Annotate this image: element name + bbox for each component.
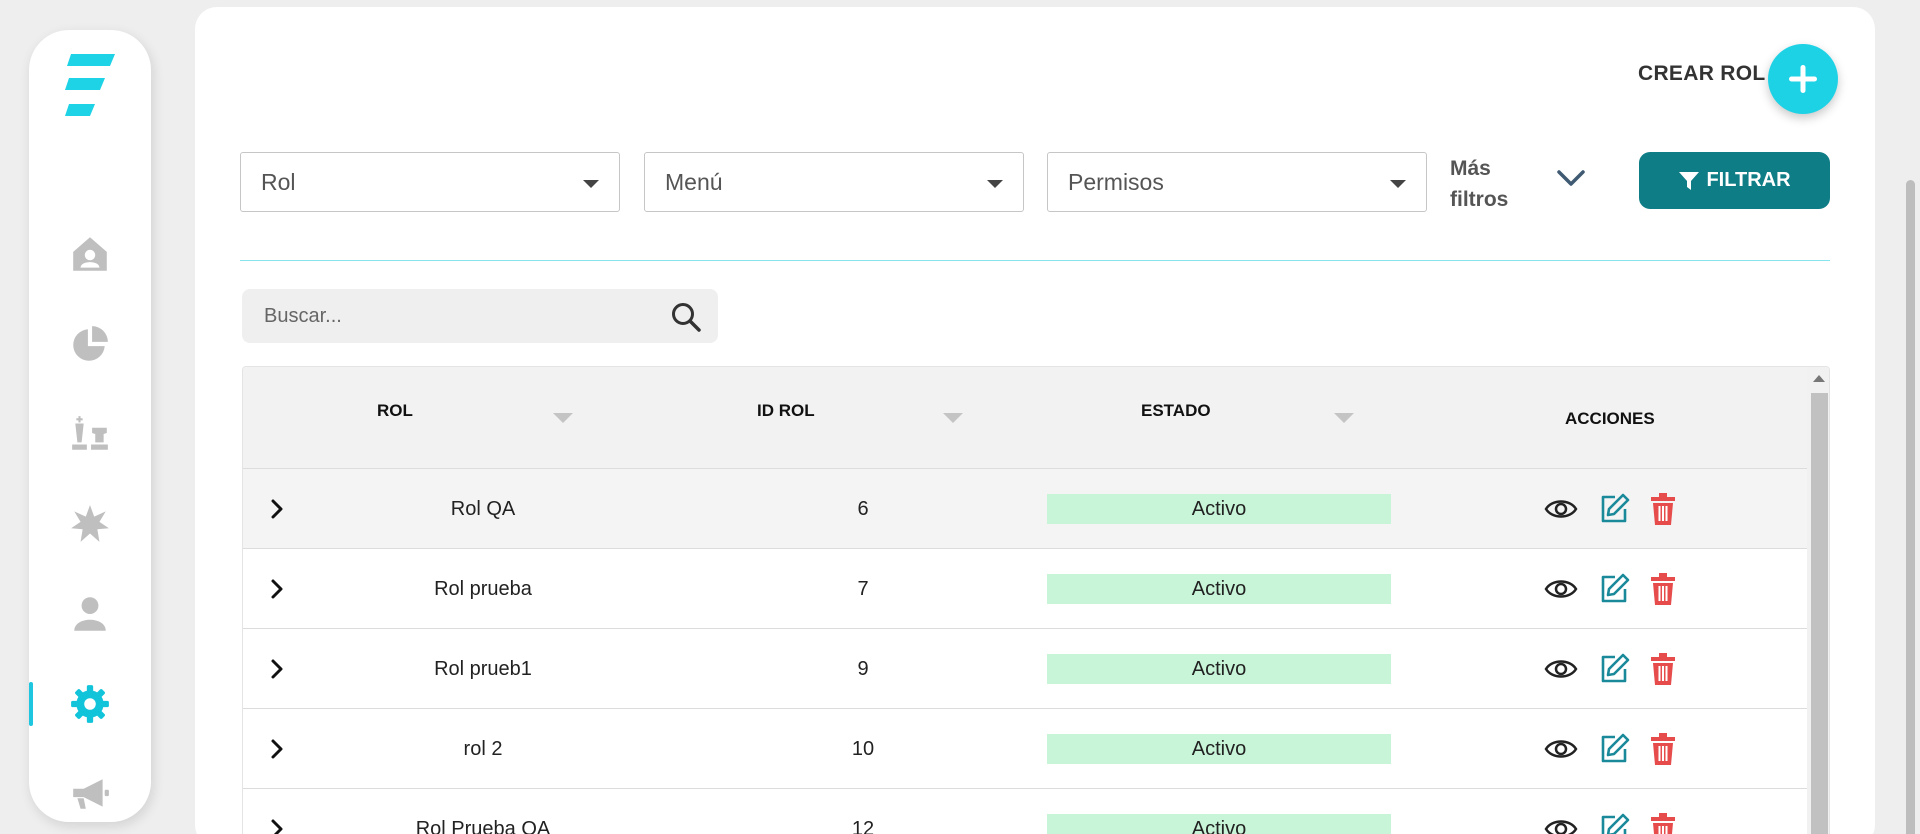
chess-icon	[72, 416, 108, 450]
edit-icon[interactable]	[1597, 492, 1631, 526]
sidebar-item-strategy[interactable]	[29, 404, 151, 464]
table-row: Rol prueba 7 Activo	[243, 549, 1807, 629]
chevron-right-icon[interactable]	[265, 657, 289, 681]
chevron-right-icon[interactable]	[265, 817, 289, 834]
sidebar	[29, 30, 151, 822]
table-scrollbar-thumb[interactable]	[1811, 393, 1828, 834]
table-row: Rol QA 6 Activo	[243, 469, 1807, 549]
page-scrollbar-thumb[interactable]	[1906, 180, 1915, 834]
user-icon	[74, 597, 106, 631]
create-role-button[interactable]	[1768, 44, 1838, 114]
filter-button-label: FILTRAR	[1706, 169, 1791, 191]
gear-icon	[71, 685, 109, 723]
edit-icon[interactable]	[1597, 732, 1631, 766]
cell-id-rol: 12	[851, 817, 875, 834]
table-scrollbar[interactable]	[1807, 367, 1829, 834]
filters-divider	[240, 260, 1830, 261]
edit-icon[interactable]	[1597, 572, 1631, 606]
cell-rol: Rol prueb1	[434, 657, 532, 680]
more-filters-label[interactable]: Más filtros	[1450, 153, 1530, 215]
pie-chart-icon	[73, 326, 108, 361]
megaphone-icon	[73, 779, 109, 809]
filter-button[interactable]: FILTRAR	[1639, 152, 1830, 209]
sort-id-rol-icon[interactable]	[943, 413, 963, 423]
table-header: ROL ID ROL ESTADO ACCIONES	[243, 367, 1807, 469]
plus-icon	[1789, 65, 1817, 93]
trash-icon[interactable]	[1646, 492, 1680, 526]
table-row: Rol prueb1 9 Activo	[243, 629, 1807, 709]
column-header-id-rol[interactable]: ID ROL	[757, 401, 815, 421]
search-icon[interactable]	[670, 301, 702, 333]
column-header-estado[interactable]: ESTADO	[1141, 401, 1211, 421]
scroll-up-arrow-icon[interactable]	[1813, 375, 1825, 382]
eye-icon[interactable]	[1544, 572, 1578, 606]
cell-id-rol: 7	[857, 577, 869, 600]
sidebar-item-settings[interactable]	[29, 674, 151, 734]
eye-icon[interactable]	[1544, 812, 1578, 834]
search-input[interactable]	[264, 304, 664, 328]
chevron-down-icon[interactable]	[1555, 166, 1587, 192]
column-header-rol[interactable]: ROL	[377, 401, 413, 421]
rol-select[interactable]: Rol	[240, 152, 620, 212]
sidebar-item-announcements[interactable]	[29, 764, 151, 824]
cell-id-rol: 10	[851, 737, 875, 760]
trash-icon[interactable]	[1646, 652, 1680, 686]
cell-rol: Rol prueba	[434, 577, 532, 600]
menu-select-value: Menú	[665, 168, 723, 195]
status-badge: Activo	[1047, 734, 1391, 764]
edit-icon[interactable]	[1597, 652, 1631, 686]
caret-down-icon	[583, 180, 599, 188]
search-bar	[242, 289, 718, 343]
rol-select-value: Rol	[261, 168, 296, 195]
create-role-label: CREAR ROL	[1638, 62, 1766, 85]
starburst-icon	[71, 505, 109, 542]
permisos-select-value: Permisos	[1068, 168, 1164, 195]
sort-rol-icon[interactable]	[553, 413, 573, 423]
column-header-acciones: ACCIONES	[1565, 409, 1655, 428]
home-user-icon	[73, 237, 107, 271]
cell-rol: Rol Prueba QA	[415, 817, 551, 834]
eye-icon[interactable]	[1544, 652, 1578, 686]
table-row: rol 2 10 Activo	[243, 709, 1807, 789]
caret-down-icon	[1390, 180, 1406, 188]
trash-icon[interactable]	[1646, 572, 1680, 606]
chevron-right-icon[interactable]	[265, 577, 289, 601]
status-badge: Activo	[1047, 574, 1391, 604]
sidebar-item-users[interactable]	[29, 584, 151, 644]
cell-id-rol: 6	[857, 497, 869, 520]
cell-rol: Rol QA	[450, 497, 516, 520]
edit-icon[interactable]	[1597, 812, 1631, 834]
sidebar-item-events[interactable]	[29, 494, 151, 554]
brand-logo[interactable]	[65, 52, 117, 120]
eye-icon[interactable]	[1544, 732, 1578, 766]
status-badge: Activo	[1047, 814, 1391, 834]
caret-down-icon	[987, 180, 1003, 188]
table-row: Rol Prueba QA 12 Activo	[243, 789, 1807, 834]
cell-rol: rol 2	[463, 737, 503, 760]
roles-table: ROL ID ROL ESTADO ACCIONES Rol QA 6 Acti…	[242, 366, 1830, 834]
status-badge: Activo	[1047, 654, 1391, 684]
status-badge: Activo	[1047, 494, 1391, 524]
funnel-icon	[1679, 171, 1700, 190]
trash-icon[interactable]	[1646, 812, 1680, 834]
sidebar-item-home[interactable]	[29, 224, 151, 284]
permisos-select[interactable]: Permisos	[1047, 152, 1427, 212]
sidebar-item-reports[interactable]	[29, 314, 151, 374]
sort-estado-icon[interactable]	[1334, 413, 1354, 423]
cell-id-rol: 9	[857, 657, 869, 680]
menu-select[interactable]: Menú	[644, 152, 1024, 212]
chevron-right-icon[interactable]	[265, 497, 289, 521]
chevron-right-icon[interactable]	[265, 737, 289, 761]
eye-icon[interactable]	[1544, 492, 1578, 526]
trash-icon[interactable]	[1646, 732, 1680, 766]
